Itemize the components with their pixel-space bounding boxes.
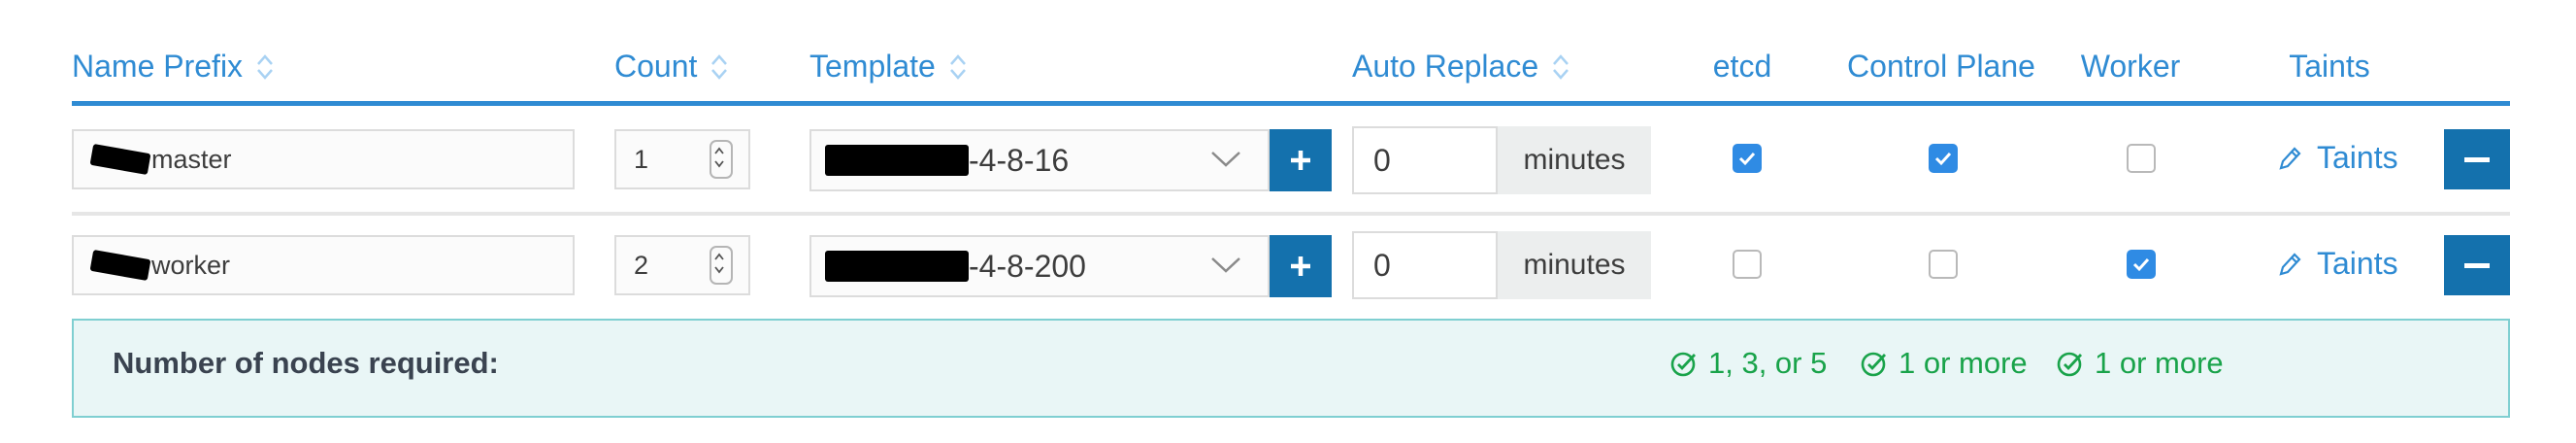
auto-replace-input[interactable]: 0 [1352,126,1498,194]
name-prefix-value: worker [151,250,231,280]
column-label: Template [809,49,936,84]
auto-replace-unit: minutes [1498,231,1651,299]
chevron-down-icon [1211,257,1240,273]
row-divider [72,212,2510,216]
column-label: Worker [2080,49,2181,84]
column-label: Control Plane [1847,49,2035,84]
template-value: -4-8-16 [969,142,1070,178]
template-select[interactable]: -4-8-16 [809,129,1270,191]
column-header-control-plane: Control Plane [1825,49,2058,85]
column-header-worker: Worker [2058,49,2203,85]
redacted-text [825,145,969,176]
column-header-count[interactable]: Count [614,49,728,85]
column-label: Taints [2289,49,2370,84]
count-value: 1 [634,144,649,174]
auto-replace-value: 0 [1373,247,1391,283]
sort-icon [1553,53,1569,80]
remove-row-button[interactable] [2444,129,2510,189]
chevron-down-icon [1211,152,1240,167]
pencil-icon [2279,146,2301,170]
column-label: Auto Replace [1352,49,1539,84]
taints-link[interactable]: Taints [2276,246,2398,282]
worker-requirement: 1 or more [2056,346,2224,381]
template-select[interactable]: -4-8-200 [809,235,1270,297]
header-divider [72,101,2510,106]
column-label: etcd [1712,49,1772,84]
stepper-icon[interactable] [710,246,733,285]
worker-checkbox[interactable] [2127,250,2156,279]
control-plane-checkbox[interactable] [1929,250,1958,279]
count-input[interactable]: 1 [614,129,750,189]
column-label: Name Prefix [72,49,244,84]
taints-label: Taints [2317,246,2398,281]
stepper-icon[interactable] [710,140,733,179]
check-circle-icon [2057,352,2083,377]
taints-link[interactable]: Taints [2276,140,2398,176]
sort-icon [711,53,728,80]
name-prefix-input[interactable]: worker [72,235,575,295]
name-prefix-input[interactable]: master [72,129,575,189]
etcd-checkbox[interactable] [1733,250,1762,279]
redacted-text [825,251,969,282]
plus-icon [1291,151,1310,170]
control-plane-requirement: 1 or more [1860,346,2028,381]
check-icon [1934,152,1952,166]
minus-icon [2464,157,2490,162]
control-plane-checkbox[interactable] [1929,144,1958,173]
check-circle-icon [1670,352,1697,377]
etcd-checkbox[interactable] [1733,144,1762,173]
remove-row-button[interactable] [2444,235,2510,295]
add-template-button[interactable] [1270,129,1332,191]
column-header-etcd: etcd [1669,49,1815,85]
count-input[interactable]: 2 [614,235,750,295]
redacted-text [89,249,151,282]
column-header-taints: Taints [2252,49,2407,85]
sort-icon [257,53,273,80]
auto-replace-value: 0 [1373,142,1391,178]
column-header-name-prefix[interactable]: Name Prefix [72,49,274,85]
name-prefix-value: master [151,144,232,174]
etcd-requirement: 1, 3, or 5 [1669,346,1827,381]
check-circle-icon [1861,352,1887,377]
add-template-button[interactable] [1270,235,1332,297]
pencil-icon [2279,252,2301,276]
worker-checkbox[interactable] [2127,144,2156,173]
column-header-auto-replace[interactable]: Auto Replace [1352,49,1569,85]
auto-replace-unit: minutes [1498,126,1651,194]
minus-icon [2464,263,2490,268]
count-value: 2 [634,250,649,280]
column-label: Count [614,49,698,84]
plus-icon [1291,256,1310,276]
sort-icon [949,53,966,80]
summary-label: Number of nodes required: [113,346,499,380]
taints-label: Taints [2317,140,2398,175]
column-header-template[interactable]: Template [809,49,967,85]
template-value: -4-8-200 [969,248,1086,284]
redacted-text [89,143,151,176]
check-icon [2132,257,2150,272]
auto-replace-input[interactable]: 0 [1352,231,1498,299]
check-icon [1738,152,1756,166]
